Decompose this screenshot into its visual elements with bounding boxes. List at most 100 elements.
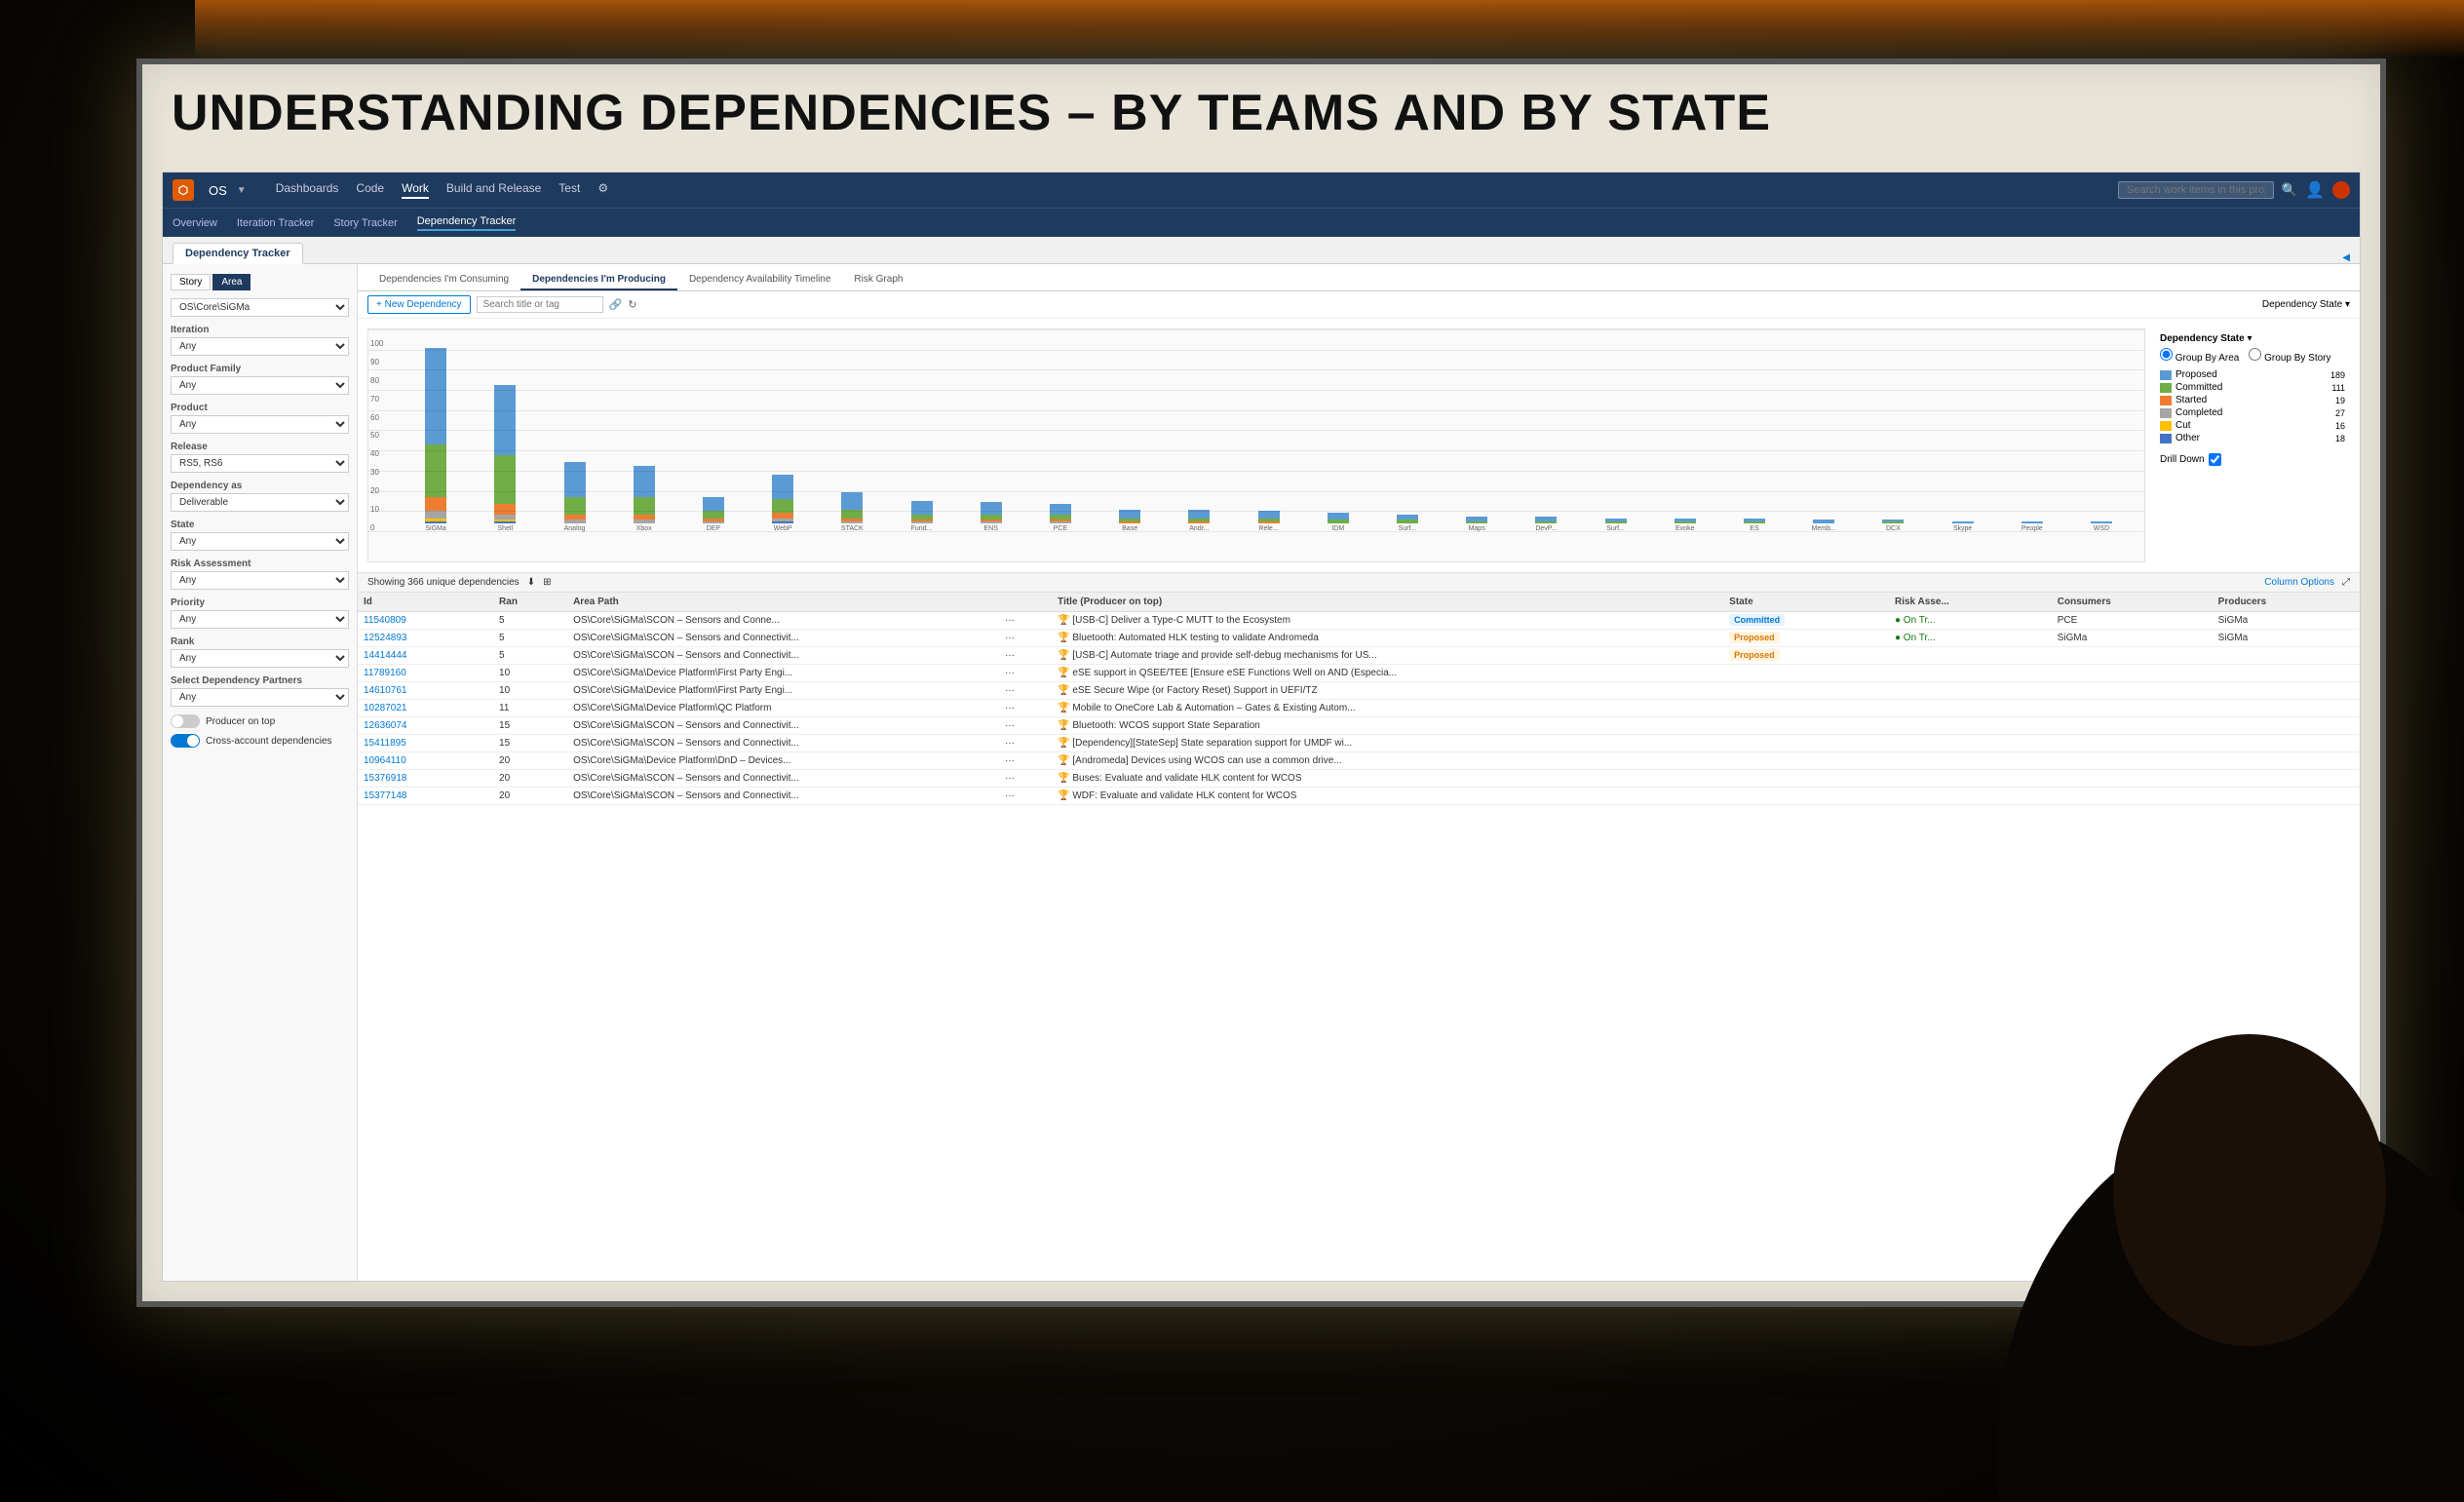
bar-group-ENS[interactable]: ENS (958, 502, 1024, 532)
expand-icon[interactable]: ⤢ (2342, 577, 2350, 588)
subtab-availability-timeline[interactable]: Dependency Availability Timeline (677, 270, 842, 290)
project-name[interactable]: OS (209, 183, 227, 198)
cell-id[interactable]: 11540809 (358, 612, 493, 630)
export-icon[interactable]: ⬇ (527, 577, 535, 588)
user-avatar[interactable]: 👤 (2305, 180, 2325, 200)
col-header-consumers[interactable]: Consumers (2052, 593, 2213, 612)
dependency-as-select[interactable]: Deliverable (171, 493, 349, 512)
bar-group-People[interactable]: People (1999, 521, 2065, 532)
cell-ellipsis[interactable]: ··· (999, 717, 1052, 735)
column-options-btn[interactable]: Column Options (2264, 577, 2334, 588)
cell-ellipsis[interactable]: ··· (999, 612, 1052, 630)
bar-group-Maps[interactable]: Maps (1444, 517, 1510, 532)
table-row[interactable]: 12636074 15 OS\Core\SiGMa\SCON – Sensors… (358, 717, 2360, 735)
dep-partners-select[interactable]: Any (171, 688, 349, 707)
id-link[interactable]: 11789160 (364, 668, 406, 678)
bar-group-Memb[interactable]: Memb... (1790, 520, 1857, 532)
bar-group-ES[interactable]: ES (1721, 519, 1788, 532)
table-row[interactable]: 11540809 5 OS\Core\SiGMa\SCON – Sensors … (358, 612, 2360, 630)
nav-code[interactable]: Code (356, 181, 384, 199)
cell-ellipsis[interactable]: ··· (999, 770, 1052, 788)
bar-group-IDM[interactable]: IDM (1305, 513, 1371, 532)
bar-group-WSD[interactable]: WSD (2068, 521, 2135, 532)
table-row[interactable]: 10964110 20 OS\Core\SiGMa\Device Platfor… (358, 752, 2360, 770)
group-by-area-radio[interactable] (2160, 348, 2173, 361)
search-icon[interactable]: 🔍 (2282, 182, 2297, 198)
id-link[interactable]: 15376918 (364, 773, 407, 784)
id-link[interactable]: 14610761 (364, 685, 407, 696)
cell-ellipsis[interactable]: ··· (999, 647, 1052, 665)
area-path-select[interactable]: OS\Core\SiGMa (171, 298, 349, 317)
subnav-overview[interactable]: Overview (173, 217, 217, 229)
cell-id[interactable]: 10287021 (358, 700, 493, 717)
toggle-story-btn[interactable]: Story (171, 274, 211, 290)
col-header-rank[interactable]: Ran (493, 593, 567, 612)
cell-id[interactable]: 15376918 (358, 770, 493, 788)
subtab-risk-graph[interactable]: Risk Graph (842, 270, 914, 290)
col-header-producers[interactable]: Producers (2213, 593, 2360, 612)
notification-icon[interactable] (2332, 181, 2350, 199)
cell-ellipsis[interactable]: ··· (999, 665, 1052, 682)
bar-group-DevP[interactable]: DevP... (1513, 517, 1579, 532)
bar-group-WebP[interactable]: WebP (750, 475, 816, 532)
drill-down-checkbox[interactable] (2209, 453, 2221, 466)
refresh-icon[interactable]: ↻ (628, 298, 636, 311)
table-row[interactable]: 10287021 11 OS\Core\SiGMa\Device Platfor… (358, 700, 2360, 717)
id-link[interactable]: 10964110 (364, 755, 406, 766)
cell-id[interactable]: 12636074 (358, 717, 493, 735)
cell-id[interactable]: 11789160 (358, 665, 493, 682)
col-header-title[interactable]: Title (Producer on top) (1052, 593, 1723, 612)
bar-group-Andr[interactable]: Andr... (1166, 510, 1232, 532)
col-header-id[interactable]: Id (358, 593, 493, 612)
id-link[interactable]: 14414444 (364, 650, 407, 661)
cell-id[interactable]: 14610761 (358, 682, 493, 700)
release-select[interactable]: RS5, RS6 (171, 454, 349, 473)
col-header-state[interactable]: State (1723, 593, 1889, 612)
table-row[interactable]: 15411895 15 OS\Core\SiGMa\SCON – Sensors… (358, 735, 2360, 752)
id-link[interactable]: 12524893 (364, 633, 407, 643)
toggle-area-btn[interactable]: Area (212, 274, 250, 290)
global-search-input[interactable] (2118, 181, 2274, 199)
table-row[interactable]: 14414444 5 OS\Core\SiGMa\SCON – Sensors … (358, 647, 2360, 665)
state-select[interactable]: Any (171, 532, 349, 551)
bar-group-Analog[interactable]: Analog (541, 462, 607, 532)
subnav-iteration-tracker[interactable]: Iteration Tracker (237, 217, 314, 229)
priority-select[interactable]: Any (171, 610, 349, 629)
nav-dashboards[interactable]: Dashboards (276, 181, 339, 199)
nav-work[interactable]: Work (402, 181, 429, 199)
bar-group-Surf[interactable]: Surf... (1374, 515, 1441, 532)
id-link[interactable]: 11540809 (364, 615, 406, 626)
cell-id[interactable]: 15411895 (358, 735, 493, 752)
bar-group-Fund[interactable]: Fund... (888, 501, 954, 532)
nav-build-release[interactable]: Build and Release (446, 181, 541, 199)
col-header-area-path[interactable]: Area Path (567, 593, 999, 612)
tab-dependency-tracker[interactable]: Dependency Tracker (173, 243, 303, 264)
cell-ellipsis[interactable]: ··· (999, 735, 1052, 752)
col-header-risk[interactable]: Risk Asse... (1889, 593, 2052, 612)
bar-group-DEP[interactable]: DEP (680, 497, 747, 532)
bar-group-Rele[interactable]: Rele... (1235, 511, 1301, 532)
cell-id[interactable]: 14414444 (358, 647, 493, 665)
id-link[interactable]: 12636074 (364, 720, 407, 731)
bar-group-STACK[interactable]: STACK (819, 492, 885, 532)
collapse-btn[interactable]: ◀ (2342, 252, 2350, 263)
grid-icon[interactable]: ⊞ (543, 577, 551, 588)
group-by-story-radio[interactable] (2249, 348, 2261, 361)
link-icon[interactable]: 🔗 (609, 298, 623, 311)
subnav-story-tracker[interactable]: Story Tracker (333, 217, 397, 229)
subtab-consuming[interactable]: Dependencies I'm Consuming (367, 270, 520, 290)
bar-group-Base[interactable]: Base (1097, 510, 1163, 532)
risk-select[interactable]: Any (171, 571, 349, 590)
dep-search-input[interactable] (477, 296, 603, 313)
cell-ellipsis[interactable]: ··· (999, 788, 1052, 805)
group-by-story-label[interactable]: Group By Story (2249, 348, 2330, 364)
bar-group-DCX[interactable]: DCX (1860, 520, 1926, 532)
bar-group-Skype[interactable]: Skype (1929, 521, 1995, 532)
cross-account-toggle[interactable] (171, 734, 200, 748)
bar-group-SiGMa[interactable]: SiGMa (403, 348, 469, 532)
bar-group-Evoke[interactable]: Evoke (1652, 519, 1718, 532)
cell-ellipsis[interactable]: ··· (999, 630, 1052, 647)
cell-id[interactable]: 12524893 (358, 630, 493, 647)
table-row[interactable]: 12524893 5 OS\Core\SiGMa\SCON – Sensors … (358, 630, 2360, 647)
table-row[interactable]: 15377148 20 OS\Core\SiGMa\SCON – Sensors… (358, 788, 2360, 805)
